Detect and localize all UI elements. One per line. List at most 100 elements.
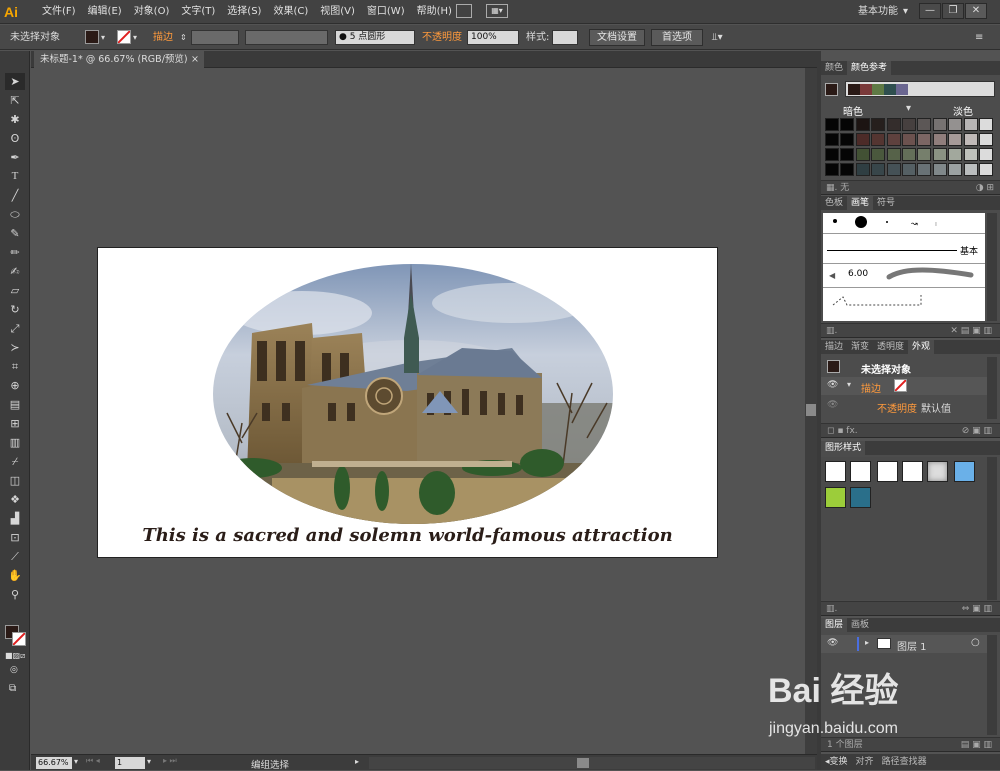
brush-calligraphic-icon[interactable]: ↝ [911,219,918,228]
gradient-icon[interactable]: ▥ [5,434,25,451]
color-guide-swatch[interactable] [886,118,901,131]
color-guide-swatch[interactable] [825,118,839,131]
zoom-icon[interactable]: ⚲ [5,586,25,603]
style-footer-icons[interactable]: ⇔ ▣ ▥ [962,602,992,616]
visibility-eye-icon[interactable]: 👁 [827,400,838,410]
layers-scrollbar[interactable] [987,635,997,735]
appearance-opacity-row[interactable]: 👁 不透明度 默认值 [821,397,987,415]
expand-triangle-icon[interactable]: ▾ [847,380,851,389]
mesh-icon[interactable]: ⊞ [5,415,25,432]
restore-button[interactable]: ❐ [942,3,964,19]
stroke-weight-stepper[interactable]: ⇕ [180,30,187,45]
arrange-documents-icon[interactable]: ▦▾ [486,4,508,18]
document-tab[interactable]: 未标题-1* @ 66.67% (RGB/预览) × [34,51,204,68]
menu-effect[interactable]: 效果(C) [267,0,314,24]
cathedral-image[interactable] [212,263,614,526]
color-guide-swatch[interactable] [871,148,886,161]
color-guide-swatch[interactable] [855,163,870,176]
next-artboard-icon[interactable]: ▸ ⏭ [163,756,177,766]
brush-large-icon[interactable] [855,216,867,228]
color-guide-swatch[interactable] [902,133,916,146]
menu-file[interactable]: 文件(F) [36,0,82,24]
color-guide-swatch[interactable] [979,163,993,176]
brush-footer-icons[interactable]: ✕ ▤ ▣ ▥ [950,324,992,338]
artboard-dropdown-icon[interactable]: ▾ [147,757,151,766]
ellipse-icon[interactable]: ⬭ [5,206,25,223]
align-options-icon[interactable]: ⫫▾ [712,30,723,45]
color-guide-swatch[interactable] [963,148,978,161]
color-guide-swatch[interactable] [963,133,978,146]
paintbrush-icon[interactable]: ✎ [5,225,25,242]
type-icon[interactable]: T [5,168,25,185]
slice-icon[interactable]: ⟋ [5,548,25,565]
artboard[interactable]: This is a sacred and solemn world-famous… [97,247,718,558]
layer-expand-icon[interactable]: ▸ [865,638,869,647]
art-brush-stroke[interactable] [885,265,975,285]
color-guide-swatch[interactable] [902,118,916,131]
blend-icon[interactable]: ◫ [5,472,25,489]
color-guide-swatch[interactable] [825,148,839,161]
brush-faint-icon[interactable]: ı [935,220,937,228]
lasso-icon[interactable]: ʘ [5,130,25,147]
menu-select[interactable]: 选择(S) [221,0,267,24]
color-guide-swatch[interactable] [871,163,886,176]
zoom-field[interactable]: 66.67% [36,757,72,769]
free-transform-icon[interactable]: ⌗ [5,358,25,375]
menu-type[interactable]: 文字(T) [175,0,221,24]
caption-text[interactable]: This is a sacred and solemn world-famous… [98,525,717,546]
color-guide-swatch[interactable] [948,133,963,146]
stroke-none-icon[interactable] [894,379,907,392]
color-guide-swatch[interactable] [855,148,870,161]
shape-builder-icon[interactable]: ⊕ [5,377,25,394]
color-guide-swatch[interactable] [917,148,932,161]
color-guide-swatch[interactable] [902,163,916,176]
base-color-swatch[interactable] [825,83,838,96]
swatch-library-icon[interactable]: ▦. [826,183,837,193]
layer-footer-icons[interactable]: ▤ ▣ ▥ [961,738,992,752]
color-guide-swatch[interactable] [948,118,963,131]
artboard-number-field[interactable]: 1 [115,757,145,769]
color-guide-swatch[interactable] [840,148,855,161]
color-guide-swatch[interactable] [855,133,870,146]
graphic-style-blue-texture[interactable] [850,487,871,508]
layer-name[interactable]: 图层 1 [897,638,927,653]
tab-stroke[interactable]: 描边 [821,340,847,354]
tab-pathfinder[interactable]: 路径查找器 [878,754,931,770]
pencil-icon[interactable]: ✏ [5,244,25,261]
close-button[interactable]: ✕ [965,3,987,19]
rotate-icon[interactable]: ↻ [5,301,25,318]
color-guide-swatch[interactable] [932,118,947,131]
menu-view[interactable]: 视图(V) [314,0,361,24]
symbol-sprayer-icon[interactable]: ❖ [5,491,25,508]
color-guide-swatch[interactable] [963,163,978,176]
workspace-switcher[interactable]: 基本功能 [858,0,898,24]
scale-icon[interactable]: ⤢ [5,320,25,337]
stroke-dropdown-icon[interactable]: ▾ [133,30,137,45]
document-setup-button[interactable]: 文档设置 [589,29,645,46]
tab-artboards[interactable]: 画板 [847,618,873,632]
tab-color-guide[interactable]: 颜色参考 [847,61,892,75]
tab-transform[interactable]: ◂变换 [821,754,852,770]
color-guide-swatch[interactable] [948,163,963,176]
horizontal-scrollbar[interactable] [369,757,815,769]
perspective-grid-icon[interactable]: ▤ [5,396,25,413]
color-guide-swatch[interactable] [840,133,855,146]
variable-width-profile[interactable] [245,30,328,45]
graphic-style-none-stroke[interactable] [850,461,871,482]
minimize-button[interactable]: — [919,3,941,19]
zoom-dropdown-icon[interactable]: ▾ [74,757,78,766]
color-guide-swatch[interactable] [948,148,963,161]
stroke-weight-field[interactable] [191,30,239,45]
line-icon[interactable]: ╱ [5,187,25,204]
tab-transparency[interactable]: 透明度 [873,340,908,354]
appearance-stroke-row[interactable]: 👁 ▾ 描边 [821,377,987,395]
graphic-style-white[interactable] [877,461,898,482]
tab-symbols[interactable]: 符号 [873,196,899,210]
status-menu-icon[interactable]: ▸ [355,757,359,766]
color-guide-swatch[interactable] [871,133,886,146]
graphic-styles-scrollbar[interactable] [987,457,997,600]
harmony-bar[interactable] [845,81,995,97]
tab-color[interactable]: 颜色 [821,61,847,75]
draw-mode-icon[interactable]: ◎ [10,665,18,675]
color-guide-swatch[interactable] [825,163,839,176]
